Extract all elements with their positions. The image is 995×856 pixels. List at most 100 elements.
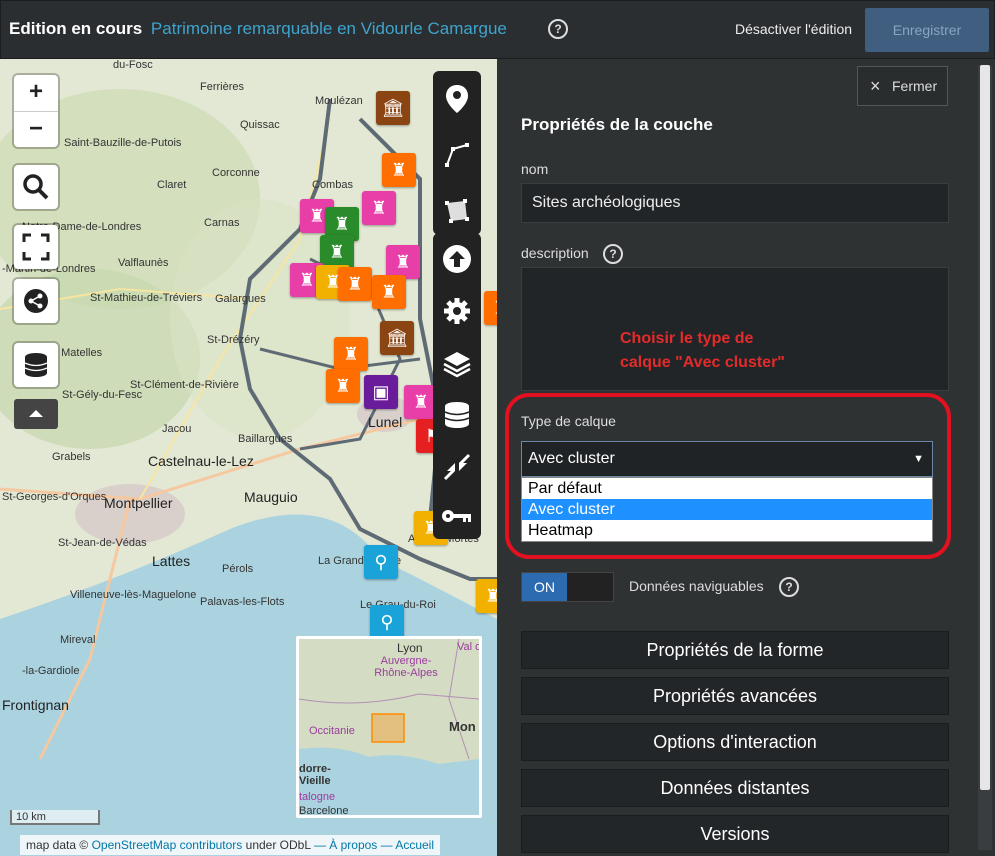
disable-edit-button[interactable]: Désactiver l'édition bbox=[735, 21, 852, 37]
map-label: Lattes bbox=[152, 553, 191, 569]
map-label: St-Mathieu-de-Tréviers bbox=[90, 292, 203, 304]
option-heatmap[interactable]: Heatmap bbox=[522, 520, 932, 541]
database-icon bbox=[24, 353, 48, 377]
marker-castle[interactable]: ♜ bbox=[484, 291, 497, 325]
panel-title: Propriétés de la couche bbox=[521, 115, 713, 134]
save-button[interactable]: Enregistrer bbox=[865, 8, 989, 52]
minimap-label: Mon bbox=[449, 719, 476, 734]
center-button[interactable] bbox=[433, 441, 481, 493]
toggle-on: ON bbox=[522, 573, 567, 601]
map-label: Valflaunès bbox=[118, 257, 169, 269]
map-label: Corconne bbox=[212, 167, 260, 179]
marker-castle[interactable]: ♜ bbox=[362, 191, 396, 225]
map-label: Grabels bbox=[52, 451, 91, 463]
key-icon bbox=[442, 510, 471, 522]
section-versions[interactable]: Versions bbox=[521, 815, 949, 853]
section-remote-data[interactable]: Données distantes bbox=[521, 769, 949, 807]
map-label: Castelnau-le-Lez bbox=[148, 453, 254, 469]
map-name[interactable]: Patrimoine remarquable en Vidourle Camar… bbox=[151, 19, 507, 38]
map-label: St-Clément-de-Rivière bbox=[130, 379, 239, 391]
close-button[interactable]: × Fermer bbox=[857, 66, 948, 106]
minimap[interactable]: Lyon Val d' Auvergne-Rhône-Alpes Occitan… bbox=[296, 636, 482, 818]
instruction-annotation: Choisir le type de calque "Avec cluster" bbox=[620, 327, 785, 375]
data-button[interactable] bbox=[433, 389, 481, 441]
map-label: Lunel bbox=[368, 414, 403, 430]
section-advanced-properties[interactable]: Propriétés avancées bbox=[521, 677, 949, 715]
minimap-label: talogne bbox=[299, 791, 336, 803]
browsable-toggle[interactable]: ON bbox=[521, 572, 614, 602]
minimap-label: Auvergne-Rhône-Alpes bbox=[374, 655, 438, 679]
marker-castle[interactable]: ♜ bbox=[382, 153, 416, 187]
marker-monument[interactable]: 🏛 bbox=[380, 321, 414, 355]
marker-box[interactable]: ▣ bbox=[364, 375, 398, 409]
share-icon bbox=[24, 289, 48, 313]
marker-monument[interactable]: 🏛 bbox=[376, 91, 410, 125]
about-link[interactable]: À propos bbox=[329, 838, 377, 852]
browsable-label: Données naviguables bbox=[629, 578, 764, 594]
minimap-label: dorre-Vieille bbox=[299, 763, 331, 787]
map-label: -la-Gardiole bbox=[22, 665, 80, 677]
search-button[interactable] bbox=[14, 165, 58, 209]
layer-properties-panel: × Fermer Propriétés de la couche nom Sit… bbox=[497, 59, 995, 856]
marker-column[interactable]: ⚲ bbox=[370, 605, 404, 639]
panel-scrollbar[interactable] bbox=[978, 65, 992, 850]
scrollbar-thumb[interactable] bbox=[980, 65, 990, 790]
permissions-button[interactable] bbox=[433, 493, 481, 539]
draw-marker-button[interactable] bbox=[433, 71, 481, 127]
layer-type-options: Par défaut Avec cluster Heatmap bbox=[521, 477, 933, 542]
help-icon[interactable]: ? bbox=[548, 19, 568, 39]
minimap-label: Barcelone bbox=[299, 805, 349, 817]
map-label: Ferrières bbox=[200, 81, 245, 93]
help-icon[interactable]: ? bbox=[603, 244, 623, 264]
top-bar: Edition en cours Patrimoine remarquable … bbox=[0, 0, 995, 59]
help-icon[interactable]: ? bbox=[779, 577, 799, 597]
settings-button[interactable] bbox=[433, 285, 481, 337]
arrows-icon bbox=[443, 453, 471, 481]
layers-data-button[interactable] bbox=[14, 343, 58, 387]
map-label: Palavas-les-Flots bbox=[200, 596, 285, 608]
name-input[interactable]: Sites archéologiques bbox=[521, 183, 949, 223]
section-interaction-options[interactable]: Options d'interaction bbox=[521, 723, 949, 761]
marker-castle[interactable]: ♜ bbox=[476, 579, 497, 613]
layers-button[interactable] bbox=[433, 337, 481, 389]
draw-polygon-button[interactable] bbox=[433, 183, 481, 239]
import-button[interactable] bbox=[433, 233, 481, 285]
fullscreen-button[interactable] bbox=[14, 225, 58, 269]
marker-castle[interactable]: ♜ bbox=[326, 369, 360, 403]
editing-label: Edition en cours bbox=[9, 19, 143, 38]
marker-castle[interactable]: ♜ bbox=[334, 337, 368, 371]
license-text: under ODbL bbox=[245, 838, 311, 852]
marker-castle[interactable]: ♜ bbox=[338, 267, 372, 301]
marker-castle[interactable]: ♜ bbox=[386, 245, 420, 279]
layer-type-select[interactable]: Avec cluster ▼ bbox=[521, 441, 933, 477]
fullscreen-icon bbox=[22, 233, 50, 261]
share-button[interactable] bbox=[14, 279, 58, 323]
draw-toolbar bbox=[433, 71, 481, 235]
marker-castle[interactable]: ♜ bbox=[372, 275, 406, 309]
map-label: Carnas bbox=[204, 217, 240, 229]
separator: — bbox=[313, 838, 326, 852]
scale-label: 10 km bbox=[16, 811, 46, 823]
layer-type-value: Avec cluster bbox=[528, 450, 615, 467]
polyline-icon bbox=[445, 143, 469, 167]
zoom-in-button[interactable]: + bbox=[14, 75, 58, 112]
zoom-out-button[interactable]: − bbox=[14, 112, 58, 148]
expand-up-button[interactable] bbox=[14, 399, 58, 429]
search-icon bbox=[23, 174, 49, 200]
map[interactable]: du-Fosc Moulézan Ferrières Quissac Saint… bbox=[0, 59, 497, 856]
option-default[interactable]: Par défaut bbox=[522, 478, 932, 499]
minimap-label: Val d' bbox=[457, 641, 482, 653]
map-label: Quissac bbox=[240, 119, 280, 131]
section-shape-properties[interactable]: Propriétés de la forme bbox=[521, 631, 949, 669]
map-label: St-Georges-d'Orques bbox=[2, 491, 107, 503]
marker-castle[interactable]: ♜ bbox=[320, 235, 354, 269]
home-link[interactable]: Accueil bbox=[395, 838, 434, 852]
marker-column[interactable]: ⚲ bbox=[364, 545, 398, 579]
option-cluster[interactable]: Avec cluster bbox=[522, 499, 932, 520]
close-label: Fermer bbox=[892, 78, 938, 94]
osm-link[interactable]: OpenStreetMap contributors bbox=[92, 838, 243, 852]
draw-polyline-button[interactable] bbox=[433, 127, 481, 183]
map-label: Galargues bbox=[215, 293, 266, 305]
name-label: nom bbox=[521, 161, 549, 177]
page-title: Edition en cours Patrimoine remarquable … bbox=[9, 19, 507, 39]
